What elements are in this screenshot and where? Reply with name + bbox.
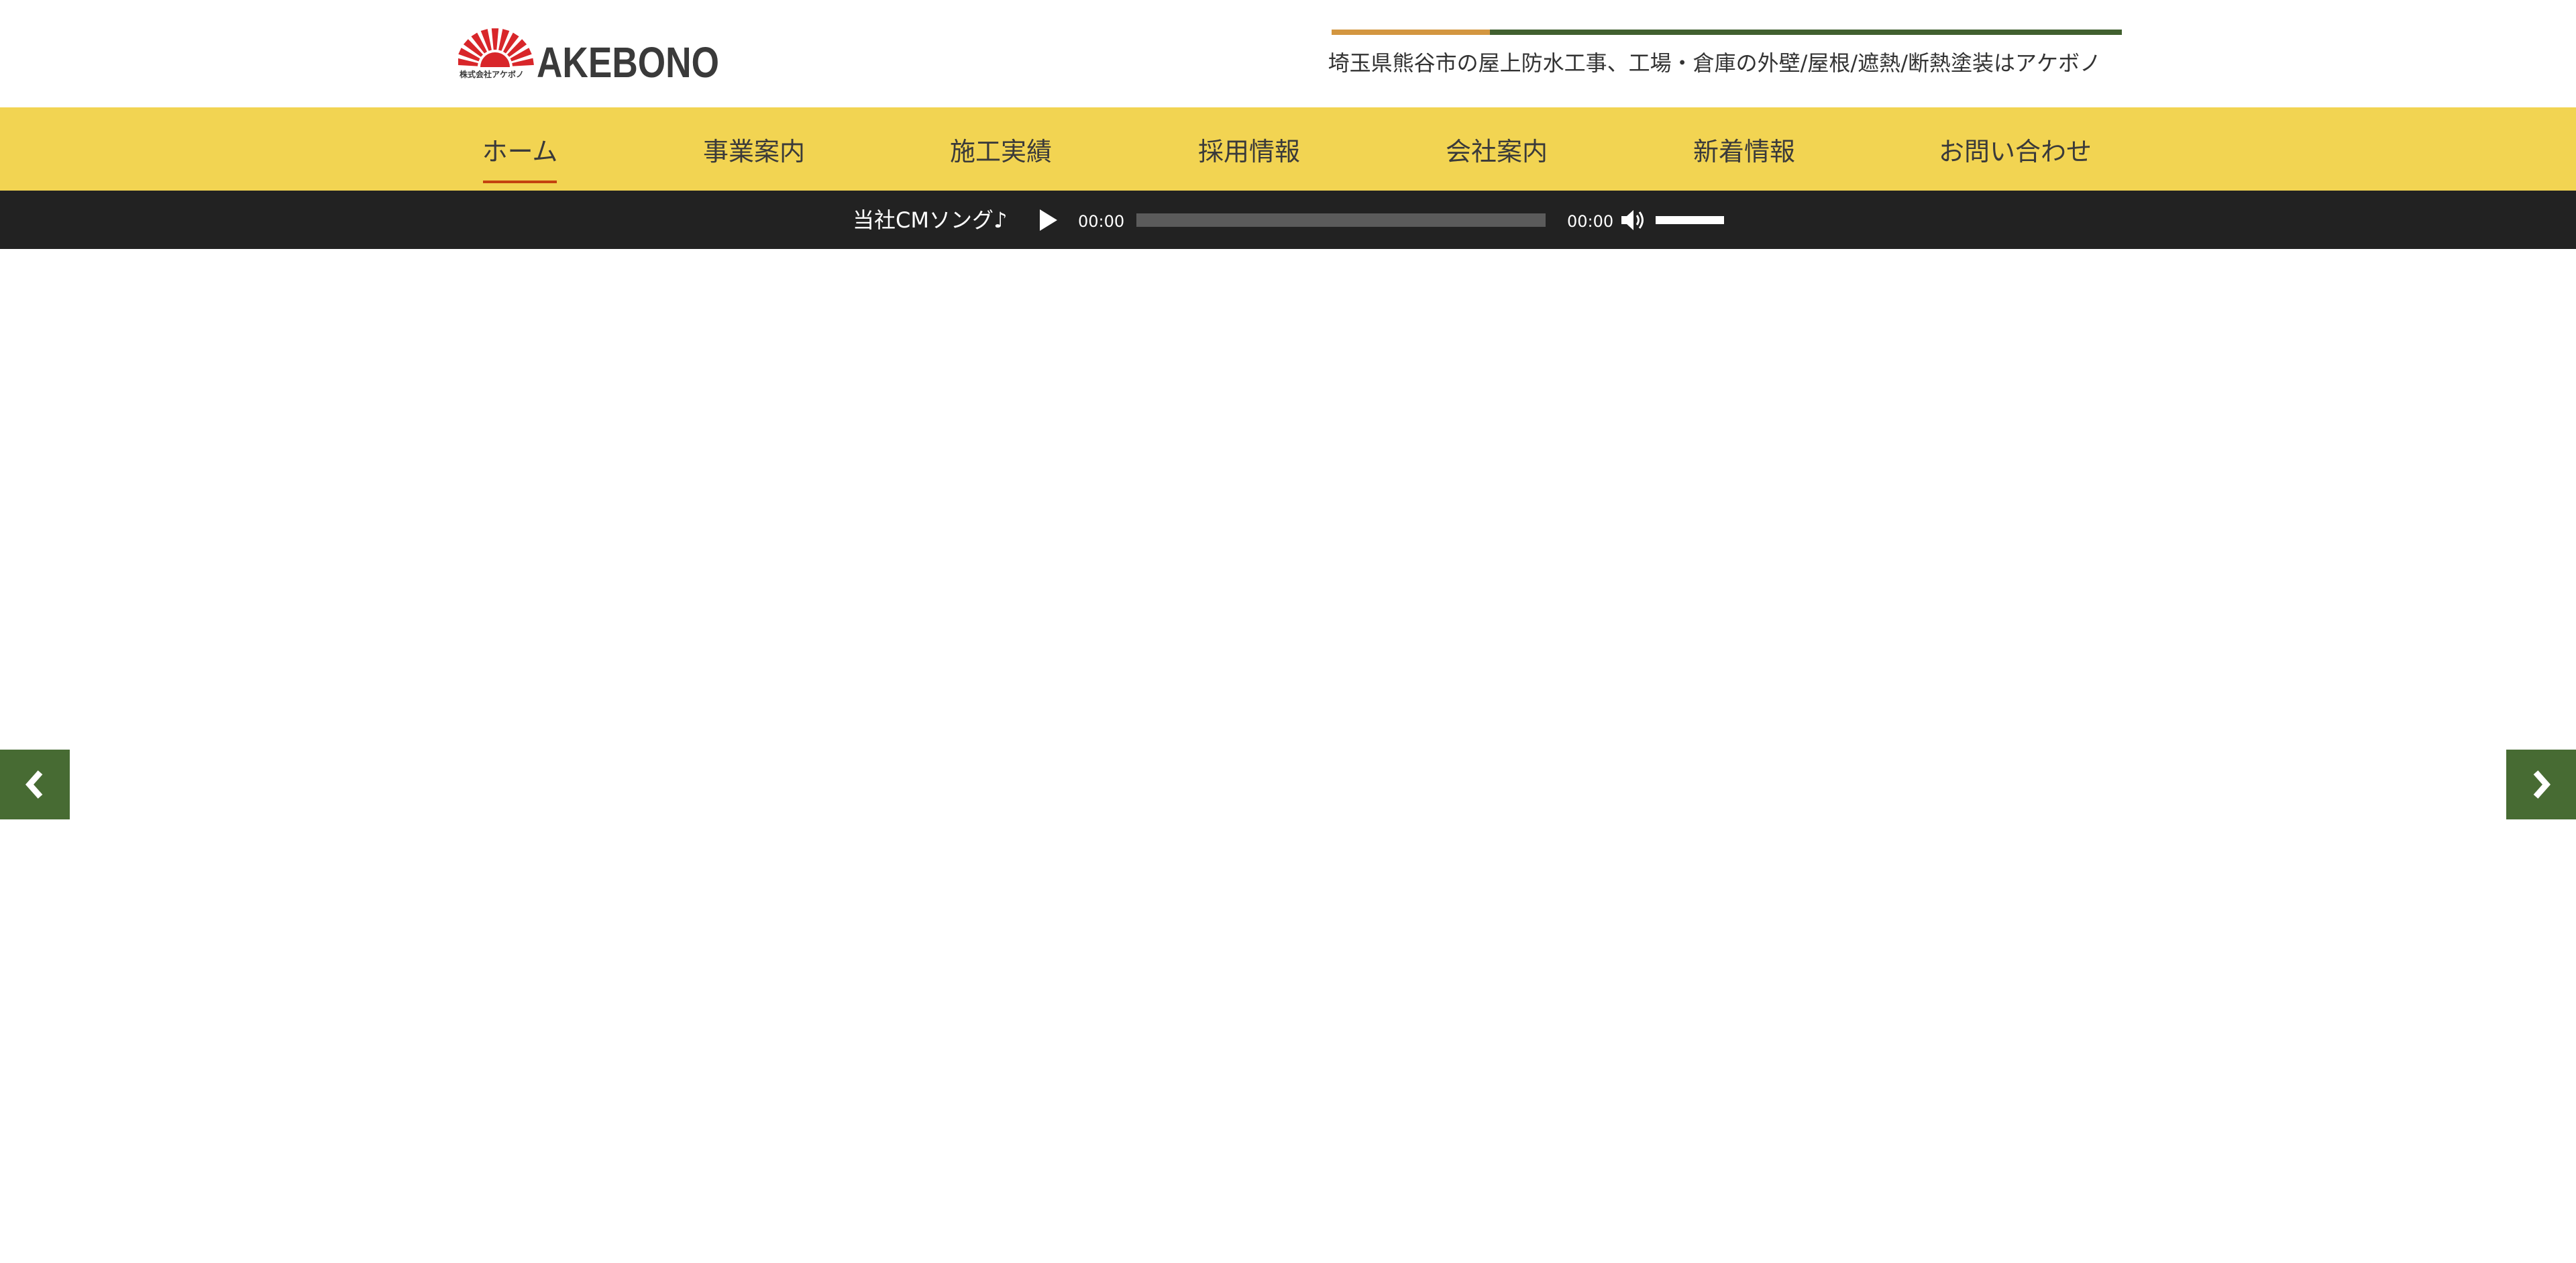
nav-active-underline: [483, 181, 557, 183]
nav-item-services[interactable]: 事業案内: [703, 107, 806, 191]
nav-item-contact[interactable]: お問い合わせ: [1939, 107, 2092, 191]
site-logo[interactable]: 株式会社アケボノ AKEBONO: [458, 26, 720, 82]
sun-disc: [480, 52, 510, 67]
audio-duration: 00:00: [1567, 212, 1614, 231]
slider-next-button[interactable]: [2506, 750, 2576, 819]
hero-slider: [0, 249, 2576, 1263]
page: 株式会社アケボノ AKEBONO 埼玉県熊谷市の屋上防水工事、工場・倉庫の外壁/…: [0, 0, 2576, 1263]
chevron-left-icon: [0, 750, 70, 819]
volume-fill: [1656, 216, 1724, 224]
nav-item-news[interactable]: 新着情報: [1693, 107, 1796, 191]
nav-item-home[interactable]: ホーム: [482, 107, 558, 191]
tagline-rule-green: [1490, 30, 2122, 35]
nav-item-recruit[interactable]: 採用情報: [1198, 107, 1301, 191]
audio-current-time: 00:00: [1078, 212, 1125, 231]
slider-prev-button[interactable]: [0, 750, 70, 819]
play-button[interactable]: [1036, 207, 1060, 233]
tagline-rule-orange: [1332, 30, 1490, 35]
nav-item-label: 会社案内: [1446, 136, 1548, 166]
rising-sun-icon: 株式会社アケボノ AKEBONO: [458, 28, 719, 82]
logo-wordmark: AKEBONO: [537, 38, 719, 82]
global-nav: ホーム 事業案内 施工実績 採用情報 会社案内 新着情報 お問い合わせ: [0, 107, 2576, 191]
audio-title: 当社CMソング♪: [853, 207, 1008, 233]
volume-slider[interactable]: [1656, 216, 1724, 224]
mute-button[interactable]: [1619, 208, 1646, 232]
chevron-right-icon: [2506, 750, 2576, 819]
play-icon: [1040, 209, 1057, 231]
nav-item-company[interactable]: 会社案内: [1446, 107, 1548, 191]
nav-item-label: 新着情報: [1693, 136, 1796, 166]
sun-ray: [491, 28, 499, 50]
audio-seek-bar[interactable]: [1136, 213, 1546, 227]
site-tagline: 埼玉県熊谷市の屋上防水工事、工場・倉庫の外壁/屋根/遮熱/断熱塗装はアケボノ: [1328, 50, 2101, 76]
nav-item-label: ホーム: [482, 136, 558, 166]
site-header: 株式会社アケボノ AKEBONO 埼玉県熊谷市の屋上防水工事、工場・倉庫の外壁/…: [0, 0, 2576, 107]
nav-item-label: 採用情報: [1198, 136, 1301, 166]
sun-rays: [458, 28, 534, 67]
audio-player-bar: 当社CMソング♪ 00:00 00:00: [0, 191, 2576, 249]
logo-small-text: 株式会社アケボノ: [460, 69, 524, 79]
nav-item-works[interactable]: 施工実績: [950, 107, 1053, 191]
nav-item-label: 事業案内: [703, 136, 806, 166]
speaker-icon: [1621, 210, 1644, 230]
nav-item-label: お問い合わせ: [1939, 136, 2092, 166]
nav-item-label: 施工実績: [950, 136, 1053, 166]
